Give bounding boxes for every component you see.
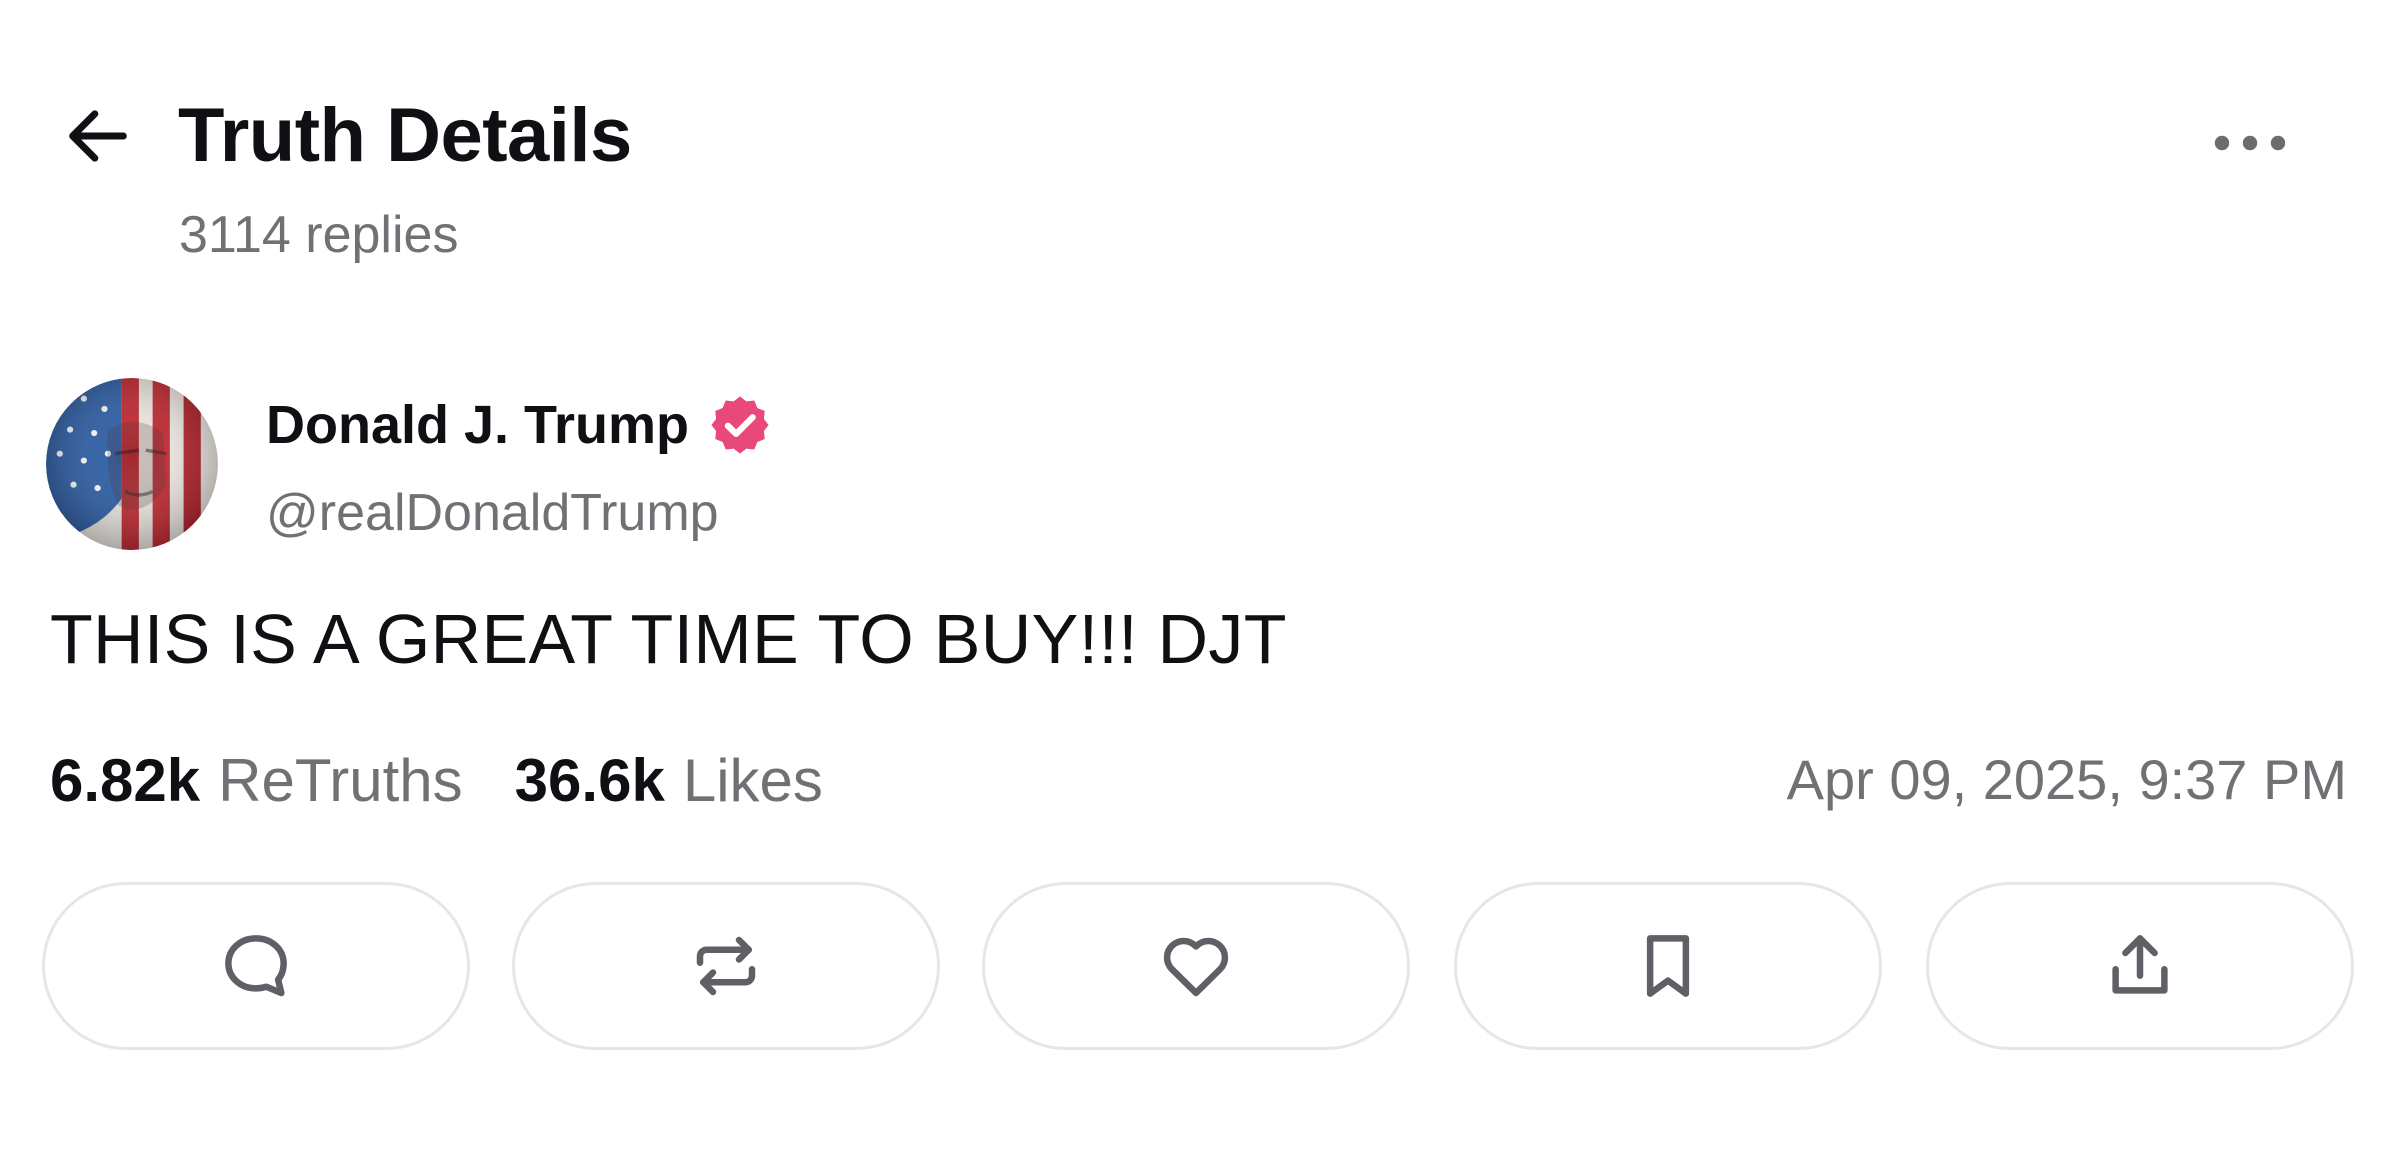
more-options-button[interactable] — [2200, 110, 2300, 180]
share-icon — [2101, 927, 2179, 1005]
bookmark-icon — [1629, 927, 1707, 1005]
avatar[interactable] — [46, 378, 218, 550]
likes-label: Likes — [682, 746, 823, 814]
likes-stat[interactable]: 36.6k Likes — [515, 746, 823, 815]
author-handle[interactable]: @realDonaldTrump — [266, 478, 719, 548]
post-text: THIS IS A GREAT TIME TO BUY!!! DJT — [50, 600, 1287, 678]
retruths-label: ReTruths — [218, 746, 463, 814]
likes-count: 36.6k — [514, 746, 665, 814]
page-header: Truth Details 3114 replies — [0, 0, 2400, 290]
reply-button[interactable] — [42, 882, 470, 1050]
share-button[interactable] — [1926, 882, 2354, 1050]
like-button[interactable] — [982, 882, 1410, 1050]
bookmark-button[interactable] — [1454, 882, 1882, 1050]
action-bar — [42, 882, 2354, 1054]
page-title: Truth Details — [178, 93, 632, 178]
author-name[interactable]: Donald J. Trump — [266, 394, 689, 456]
post-stats: 6.82k ReTruths 36.6k Likes — [50, 740, 823, 820]
verified-badge-icon — [707, 392, 773, 458]
more-horizontal-icon — [2210, 131, 2290, 160]
heart-icon — [1157, 927, 1235, 1005]
retruths-stat[interactable]: 6.82k ReTruths — [50, 746, 463, 815]
repost-icon — [687, 927, 765, 1005]
reply-count: 3114 replies — [179, 206, 459, 264]
arrow-left-icon — [60, 98, 136, 179]
retruths-count: 6.82k — [50, 746, 201, 814]
post-timestamp: Apr 09, 2025, 9:37 PM — [1786, 748, 2347, 811]
author-name-row: Donald J. Trump — [266, 388, 773, 462]
comment-icon — [217, 927, 295, 1005]
retruth-button[interactable] — [512, 882, 940, 1050]
back-button[interactable] — [50, 96, 146, 180]
